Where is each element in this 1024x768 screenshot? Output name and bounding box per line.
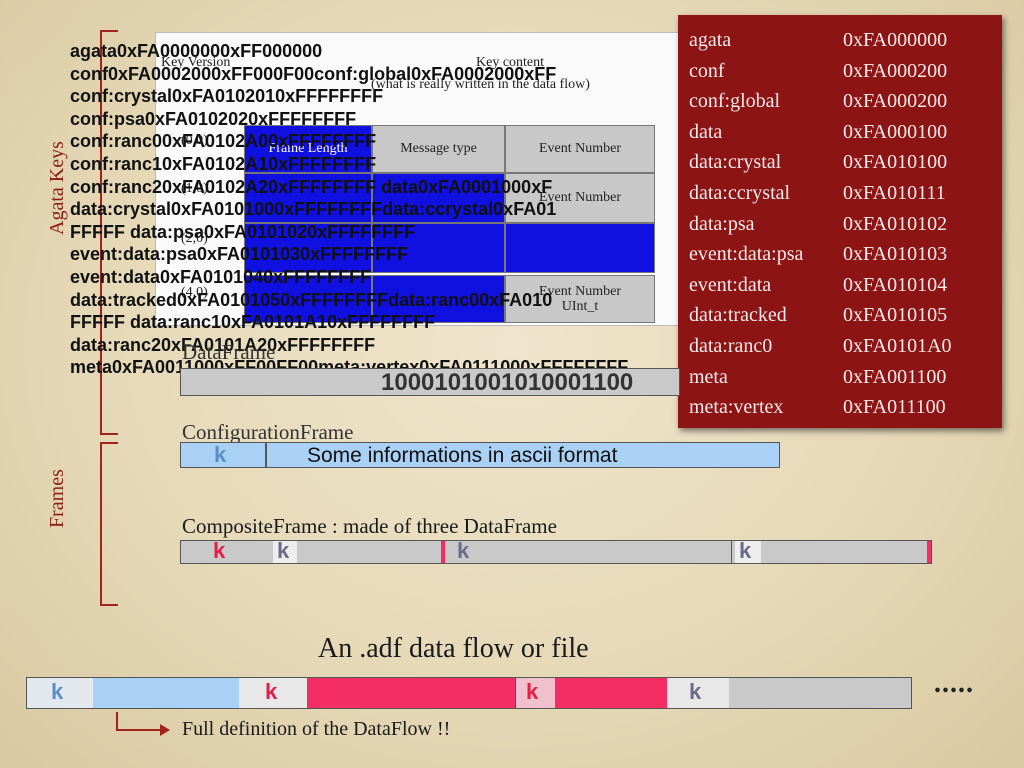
arrow-head-icon <box>160 724 170 736</box>
frames-label: Frames <box>46 469 68 528</box>
key-k-glyph: k <box>689 679 702 704</box>
flow-composite-body <box>307 678 515 708</box>
composite-key: k <box>181 538 274 563</box>
subframe-end <box>927 541 931 563</box>
flow-config-body <box>93 678 240 708</box>
config-frame-body: Some informations in ascii format <box>266 442 780 468</box>
subframe-key: k <box>735 538 762 563</box>
flow-key: k <box>27 678 94 708</box>
flow-composite-body <box>555 678 668 708</box>
flow-key: k <box>239 678 308 708</box>
key-k-glyph: k <box>457 538 470 563</box>
bracket-top <box>100 30 118 32</box>
frames-bracket <box>100 442 102 606</box>
flow-title: An .adf data flow or file <box>318 633 589 664</box>
flow-continuation-dots: ..... <box>934 668 974 699</box>
frames-bracket-bottom <box>100 604 118 606</box>
composite-frame-bar: k k k k <box>180 538 932 564</box>
key-k-glyph: k <box>526 679 539 704</box>
subframe-key: k <box>273 538 298 563</box>
key-k-glyph: k <box>277 538 290 563</box>
footnote-text: Full definition of the DataFlow !! <box>182 718 451 740</box>
agata-keys-label: Agata Keys <box>46 141 68 235</box>
footnote-arrow <box>116 712 118 730</box>
frames-bracket-top <box>100 442 118 444</box>
subframe-body <box>761 541 927 563</box>
composite-frame-title: CompositeFrame : made of three DataFrame <box>182 514 557 538</box>
key-k-glyph: k <box>739 538 752 563</box>
config-frame-text: Some informations in ascii format <box>307 444 618 467</box>
key-k-glyph: k <box>214 442 227 467</box>
key-k-glyph: k <box>265 679 278 704</box>
flow-key: k <box>515 678 557 708</box>
bracket-bottom <box>100 433 118 435</box>
dataframe-bits: 1000101001010001100 <box>381 369 634 396</box>
data-flow-bar: k k k k <box>26 677 912 709</box>
subframe-key: k <box>445 538 488 563</box>
key-map-panel: agata 0xFA000000 conf 0xFA000200 conf:glob… <box>678 15 1002 428</box>
flow-key: k <box>667 678 730 708</box>
footnote-arrow <box>116 729 162 731</box>
config-frame-key: k <box>180 442 266 468</box>
flow-data-body <box>729 678 911 708</box>
key-k-glyph: k <box>213 538 226 563</box>
subframe-body <box>297 541 442 563</box>
dataframe-bar: 1000101001010001100 <box>180 368 680 396</box>
key-k-glyph: k <box>51 679 64 704</box>
subframe-body <box>487 541 732 563</box>
dataframe-title: DataFrame <box>182 340 276 364</box>
